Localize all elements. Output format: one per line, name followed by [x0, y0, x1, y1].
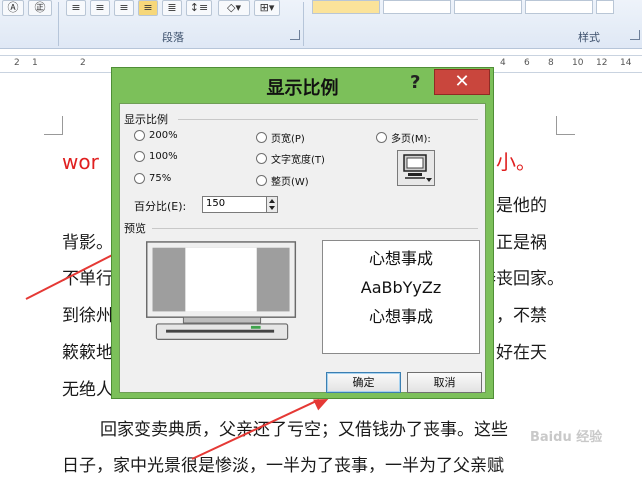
ribbon: Ⓐ ㊣ ≡ ≡ ≡ ≡ ≣ ↕≡ ◇▾ ⊞▾ 段落 样式 [0, 0, 642, 49]
radio-whole-page[interactable]: 整页(W) [256, 173, 309, 188]
style-no-spacing[interactable] [383, 0, 451, 14]
doc-line-left: 背影。 [62, 233, 113, 253]
radio-many-pages[interactable]: 多页(M): [376, 130, 431, 145]
dialog-body: 显示比例 200% 100% 75% 页宽(P) 文字宽度(T) 整页(W) 多… [119, 103, 486, 393]
doc-line-left: 不单行 [62, 269, 113, 289]
radio-200[interactable]: 200% [134, 130, 178, 141]
radio-label: 200% [149, 130, 178, 141]
ruler-mark: 8 [548, 58, 554, 68]
radio-label: 整页(W) [271, 177, 309, 188]
doc-line-right: ，不禁 [496, 306, 547, 326]
doc-paragraph-line: 回家变卖典质，父亲还了亏空；又借钱办了丧事。这些 [100, 420, 508, 440]
borders-icon[interactable]: ⊞▾ [254, 0, 280, 16]
radio-75[interactable]: 75% [134, 173, 171, 184]
radio-label: 页宽(P) [271, 134, 305, 145]
cancel-button[interactable]: 取消 [407, 372, 482, 393]
align-center-icon[interactable]: ≡ [90, 0, 110, 16]
preview-text-panel: 心想事成 AaBbYyZz 心想事成 [322, 240, 480, 354]
radio-circle[interactable] [256, 153, 267, 164]
margin-corner-mark [556, 116, 575, 135]
doc-paragraph-line: 日子，家中光景很是惨淡，一半为了丧事，一半为了父亲赋 [62, 456, 504, 476]
radio-text-width[interactable]: 文字宽度(T) [256, 151, 325, 166]
radio-circle[interactable] [256, 175, 267, 186]
radio-circle[interactable] [134, 151, 145, 162]
dialog-titlebar[interactable]: 显示比例 ? ✕ [112, 68, 493, 102]
ruler-mark: 2 [14, 58, 20, 68]
radio-circle[interactable] [134, 130, 145, 141]
monitor-icon[interactable] [397, 150, 435, 186]
style-heading-1[interactable] [454, 0, 522, 14]
doc-line-right: 是他的 [496, 196, 547, 216]
doc-heading-left: wor [62, 150, 99, 174]
ruler-mark: 12 [596, 58, 608, 68]
line-spacing-icon[interactable]: ↕≡ [186, 0, 212, 16]
preview-line: 心想事成 [368, 307, 433, 326]
help-icon[interactable]: ? [410, 72, 420, 93]
percent-label: 百分比(E): [134, 200, 187, 213]
align-right-icon[interactable]: ≡ [114, 0, 134, 16]
radio-page-width[interactable]: 页宽(P) [256, 130, 305, 145]
preview-monitor-icon [146, 241, 297, 340]
font-circle-button[interactable]: Ⓐ [2, 0, 24, 16]
zoom-group-label: 显示比例 [124, 113, 168, 126]
spin-down-icon[interactable] [269, 206, 275, 210]
doc-line-right: 好在天 [496, 343, 547, 363]
paragraph-launcher-icon[interactable] [290, 30, 300, 40]
ruler-mark: 14 [620, 58, 632, 68]
radio-circle[interactable] [376, 132, 387, 143]
align-left-icon[interactable]: ≡ [66, 0, 86, 16]
spin-up-icon[interactable] [269, 199, 275, 203]
radio-circle[interactable] [256, 132, 267, 143]
styles-launcher-icon[interactable] [630, 30, 640, 40]
ok-button[interactable]: 确定 [326, 372, 401, 393]
doc-line-right: 正是祸 [496, 233, 547, 253]
radio-label: 75% [149, 173, 172, 184]
ruler-mark: 4 [500, 58, 506, 68]
preview-group-label: 预览 [124, 222, 146, 235]
radio-label: 文字宽度(T) [271, 155, 325, 166]
radio-label: 100% [149, 151, 178, 162]
radio-label: 多页(M): [391, 134, 431, 145]
ruler-mark: 2 [80, 58, 86, 68]
justify-icon[interactable]: ≡ [138, 0, 158, 16]
style-heading-2[interactable] [525, 0, 593, 14]
shading-icon[interactable]: ◇▾ [218, 0, 250, 16]
watermark: Baidu 经验 [530, 430, 603, 445]
radio-circle[interactable] [134, 173, 145, 184]
ribbon-separator [58, 2, 59, 46]
radio-100[interactable]: 100% [134, 151, 178, 162]
close-button[interactable]: ✕ [434, 69, 490, 95]
styles-group-label: 样式 [578, 31, 600, 44]
distribute-icon[interactable]: ≣ [162, 0, 182, 16]
style-scroll[interactable] [596, 0, 614, 14]
doc-heading-right: 小。 [496, 150, 536, 174]
doc-line-left: 到徐州 [62, 306, 113, 326]
ruler-mark: 1 [32, 58, 38, 68]
doc-line-left: 无绝人 [62, 380, 113, 400]
zoom-dialog: 显示比例 ? ✕ 显示比例 200% 100% 75% 页宽(P) 文字宽度(T… [111, 67, 494, 399]
group-divider [178, 119, 478, 120]
preview-line: AaBbYyZz [360, 278, 442, 297]
doc-line-left: 簌簌地 [62, 343, 113, 363]
ruler-mark: 10 [572, 58, 584, 68]
paragraph-group-label: 段落 [162, 31, 184, 44]
percent-spinner[interactable] [266, 196, 278, 213]
percent-input[interactable]: 150 [202, 196, 268, 213]
ruler-mark: 6 [524, 58, 530, 68]
margin-corner-mark [44, 116, 63, 135]
ribbon-separator [303, 2, 304, 46]
preview-line: 心想事成 [368, 249, 433, 268]
style-normal[interactable] [312, 0, 380, 14]
group-divider [152, 228, 478, 229]
enclose-char-button[interactable]: ㊣ [28, 0, 52, 16]
